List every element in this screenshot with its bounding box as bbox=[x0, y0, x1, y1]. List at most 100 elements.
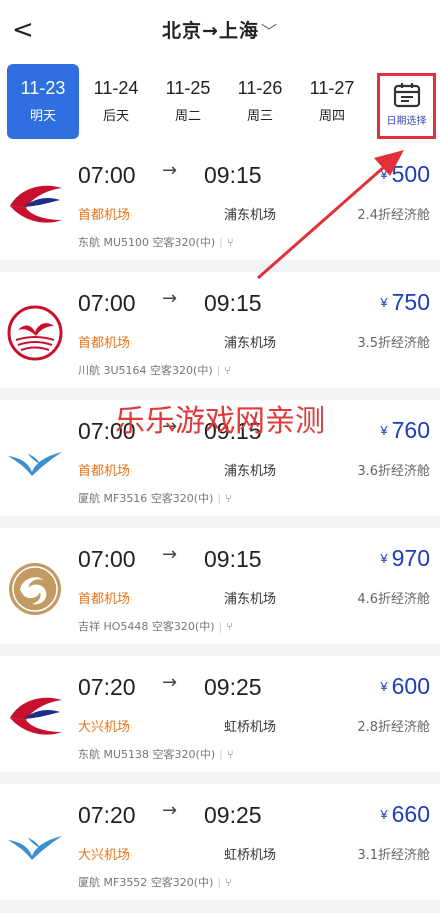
cabin-class: 2.4折经济舱 bbox=[357, 208, 430, 223]
divider: | bbox=[219, 236, 223, 249]
calendar-icon bbox=[393, 83, 420, 108]
date-label: 11-23 bbox=[20, 78, 66, 98]
meal-icon: ⑂ bbox=[225, 492, 232, 505]
aircraft-type: 空客320(中) bbox=[152, 748, 216, 761]
arrival-airport: 浦东机场 bbox=[224, 592, 277, 607]
aircraft-type: 空客320(中) bbox=[151, 620, 215, 633]
arrival-time: 09:25 bbox=[204, 674, 262, 700]
weekday-label: 周四 bbox=[318, 109, 345, 124]
route-title: 北京→上海 bbox=[162, 20, 259, 42]
price-value: 970 bbox=[391, 545, 430, 571]
china-eastern-logo-icon bbox=[10, 697, 62, 735]
weekday-label: 周三 bbox=[246, 109, 273, 124]
airline-flight-number: 吉祥 HO5448 bbox=[78, 620, 149, 633]
arrival-airport: 浦东机场 bbox=[224, 208, 277, 223]
date-picker-label: 日期选择 bbox=[386, 116, 427, 127]
weekday-label: 明天 bbox=[29, 109, 56, 124]
departure-airport: 首都机场 bbox=[78, 208, 131, 223]
departure-airport: 首都机场 bbox=[78, 592, 131, 607]
airline-flight-number: 厦航 MF3516 bbox=[78, 492, 148, 505]
flight-info: 川航 3U5164 空客320(中) | ⑂ bbox=[78, 362, 231, 378]
flight-info: 吉祥 HO5448 空客320(中) | ⑂ bbox=[78, 618, 233, 634]
departure-airport: 大兴机场 bbox=[78, 848, 131, 863]
price: ¥660 bbox=[380, 801, 430, 828]
airline-flight-number: 川航 3U5164 bbox=[78, 364, 147, 377]
aircraft-type: 空客320(中) bbox=[150, 364, 213, 377]
price: ¥600 bbox=[380, 673, 430, 700]
cabin-class: 4.6折经济舱 bbox=[357, 592, 430, 607]
flight-card[interactable]: 07:00 → 09:15 ¥750 首都机场 浦东机场 3.5折经济舱 川航 … bbox=[0, 272, 440, 388]
sichuan-airlines-logo-icon bbox=[7, 305, 63, 361]
meal-icon: ⑂ bbox=[226, 620, 233, 633]
date-picker-button[interactable]: 日期选择 bbox=[377, 73, 436, 139]
juneyao-airlines-logo-icon bbox=[9, 563, 61, 615]
arrival-airport: 虹桥机场 bbox=[224, 848, 277, 863]
flight-info: 厦航 MF3516 空客320(中) | ⑂ bbox=[78, 490, 232, 506]
airline-flight-number: 东航 MU5100 bbox=[78, 236, 150, 249]
departure-time: 07:00 bbox=[78, 290, 136, 316]
china-eastern-logo-icon bbox=[10, 185, 62, 223]
date-tab[interactable]: 11-27 周四 bbox=[296, 64, 368, 139]
meal-icon: ⑂ bbox=[224, 364, 231, 377]
arrow-icon: → bbox=[162, 288, 178, 309]
cabin-class: 3.6折经济舱 bbox=[357, 464, 430, 479]
header: < 北京→上海 ﹀ bbox=[0, 0, 440, 60]
divider: | bbox=[217, 876, 222, 889]
price: ¥750 bbox=[380, 289, 430, 316]
route-selector[interactable]: 北京→上海 ﹀ bbox=[0, 16, 440, 43]
price-value: 500 bbox=[391, 161, 430, 187]
arrival-airport: 浦东机场 bbox=[224, 464, 277, 479]
meal-icon: ⑂ bbox=[226, 236, 234, 249]
departure-airport: 大兴机场 bbox=[78, 720, 131, 735]
arrow-icon: → bbox=[162, 160, 178, 181]
currency-symbol: ¥ bbox=[380, 807, 388, 822]
price: ¥500 bbox=[380, 161, 430, 188]
arrival-time: 09:15 bbox=[204, 162, 262, 188]
aircraft-type: 空客320(中) bbox=[152, 236, 216, 249]
date-tab[interactable]: 11-25 周二 bbox=[152, 64, 224, 139]
flight-card[interactable]: 07:00 → 09:15 ¥500 首都机场 浦东机场 2.4折经济舱 东航 … bbox=[0, 144, 440, 260]
flight-card[interactable]: 07:20 → 09:25 ¥600 大兴机场 虹桥机场 2.8折经济舱 东航 … bbox=[0, 656, 440, 772]
weekday-label: 周二 bbox=[174, 109, 201, 124]
currency-symbol: ¥ bbox=[380, 167, 388, 182]
arrow-icon: → bbox=[162, 800, 178, 821]
arrow-icon: → bbox=[162, 544, 178, 565]
date-label: 11-24 bbox=[93, 78, 139, 98]
cabin-class: 3.1折经济舱 bbox=[357, 848, 430, 863]
airline-flight-number: 厦航 MF3552 bbox=[78, 876, 148, 889]
xiamen-airlines-logo-icon bbox=[8, 836, 62, 860]
watermark: 乐乐游戏网亲测 bbox=[115, 404, 325, 439]
date-tab[interactable]: 11-24 后天 bbox=[80, 64, 152, 139]
date-tab[interactable]: 11-26 周三 bbox=[224, 64, 296, 139]
cabin-class: 3.5折经济舱 bbox=[357, 336, 430, 351]
arrival-time: 09:15 bbox=[204, 546, 262, 572]
page: < 北京→上海 ﹀ 11-23 明天 11-24 后天 11-25 周二 11-2… bbox=[0, 0, 440, 913]
price-value: 660 bbox=[391, 801, 430, 827]
flight-info: 东航 MU5100 空客320(中) | ⑂ bbox=[78, 234, 233, 250]
currency-symbol: ¥ bbox=[380, 679, 388, 694]
departure-time: 07:00 bbox=[78, 162, 136, 188]
meal-icon: ⑂ bbox=[225, 876, 232, 889]
date-bar: 11-23 明天 11-24 后天 11-25 周二 11-26 周三 11-2… bbox=[0, 60, 440, 144]
arrow-icon: → bbox=[162, 672, 178, 693]
meal-icon: ⑂ bbox=[226, 748, 234, 761]
flight-card[interactable]: 07:00 → 09:15 ¥970 首都机场 浦东机场 4.6折经济舱 吉祥 … bbox=[0, 528, 440, 644]
divider: | bbox=[219, 748, 223, 761]
cabin-class: 2.8折经济舱 bbox=[357, 720, 430, 735]
arrival-time: 09:15 bbox=[204, 290, 262, 316]
flight-info: 厦航 MF3552 空客320(中) | ⑂ bbox=[78, 874, 232, 890]
departure-time: 07:20 bbox=[78, 674, 136, 700]
arrival-time: 09:25 bbox=[204, 802, 262, 828]
xiamen-airlines-logo-icon bbox=[8, 452, 62, 476]
arrival-airport: 虹桥机场 bbox=[224, 720, 277, 735]
divider: | bbox=[217, 492, 222, 505]
flight-card[interactable]: 07:20 → 09:25 ¥660 大兴机场 虹桥机场 3.1折经济舱 厦航 … bbox=[0, 784, 440, 900]
arrival-airport: 浦东机场 bbox=[224, 336, 277, 351]
aircraft-type: 空客320(中) bbox=[150, 876, 214, 889]
price-value: 750 bbox=[391, 289, 430, 315]
divider: | bbox=[218, 620, 223, 633]
date-tab-active[interactable]: 11-23 明天 bbox=[7, 64, 79, 139]
date-label: 11-25 bbox=[165, 78, 211, 98]
chevron-down-icon: ﹀ bbox=[260, 22, 278, 41]
currency-symbol: ¥ bbox=[380, 295, 388, 310]
